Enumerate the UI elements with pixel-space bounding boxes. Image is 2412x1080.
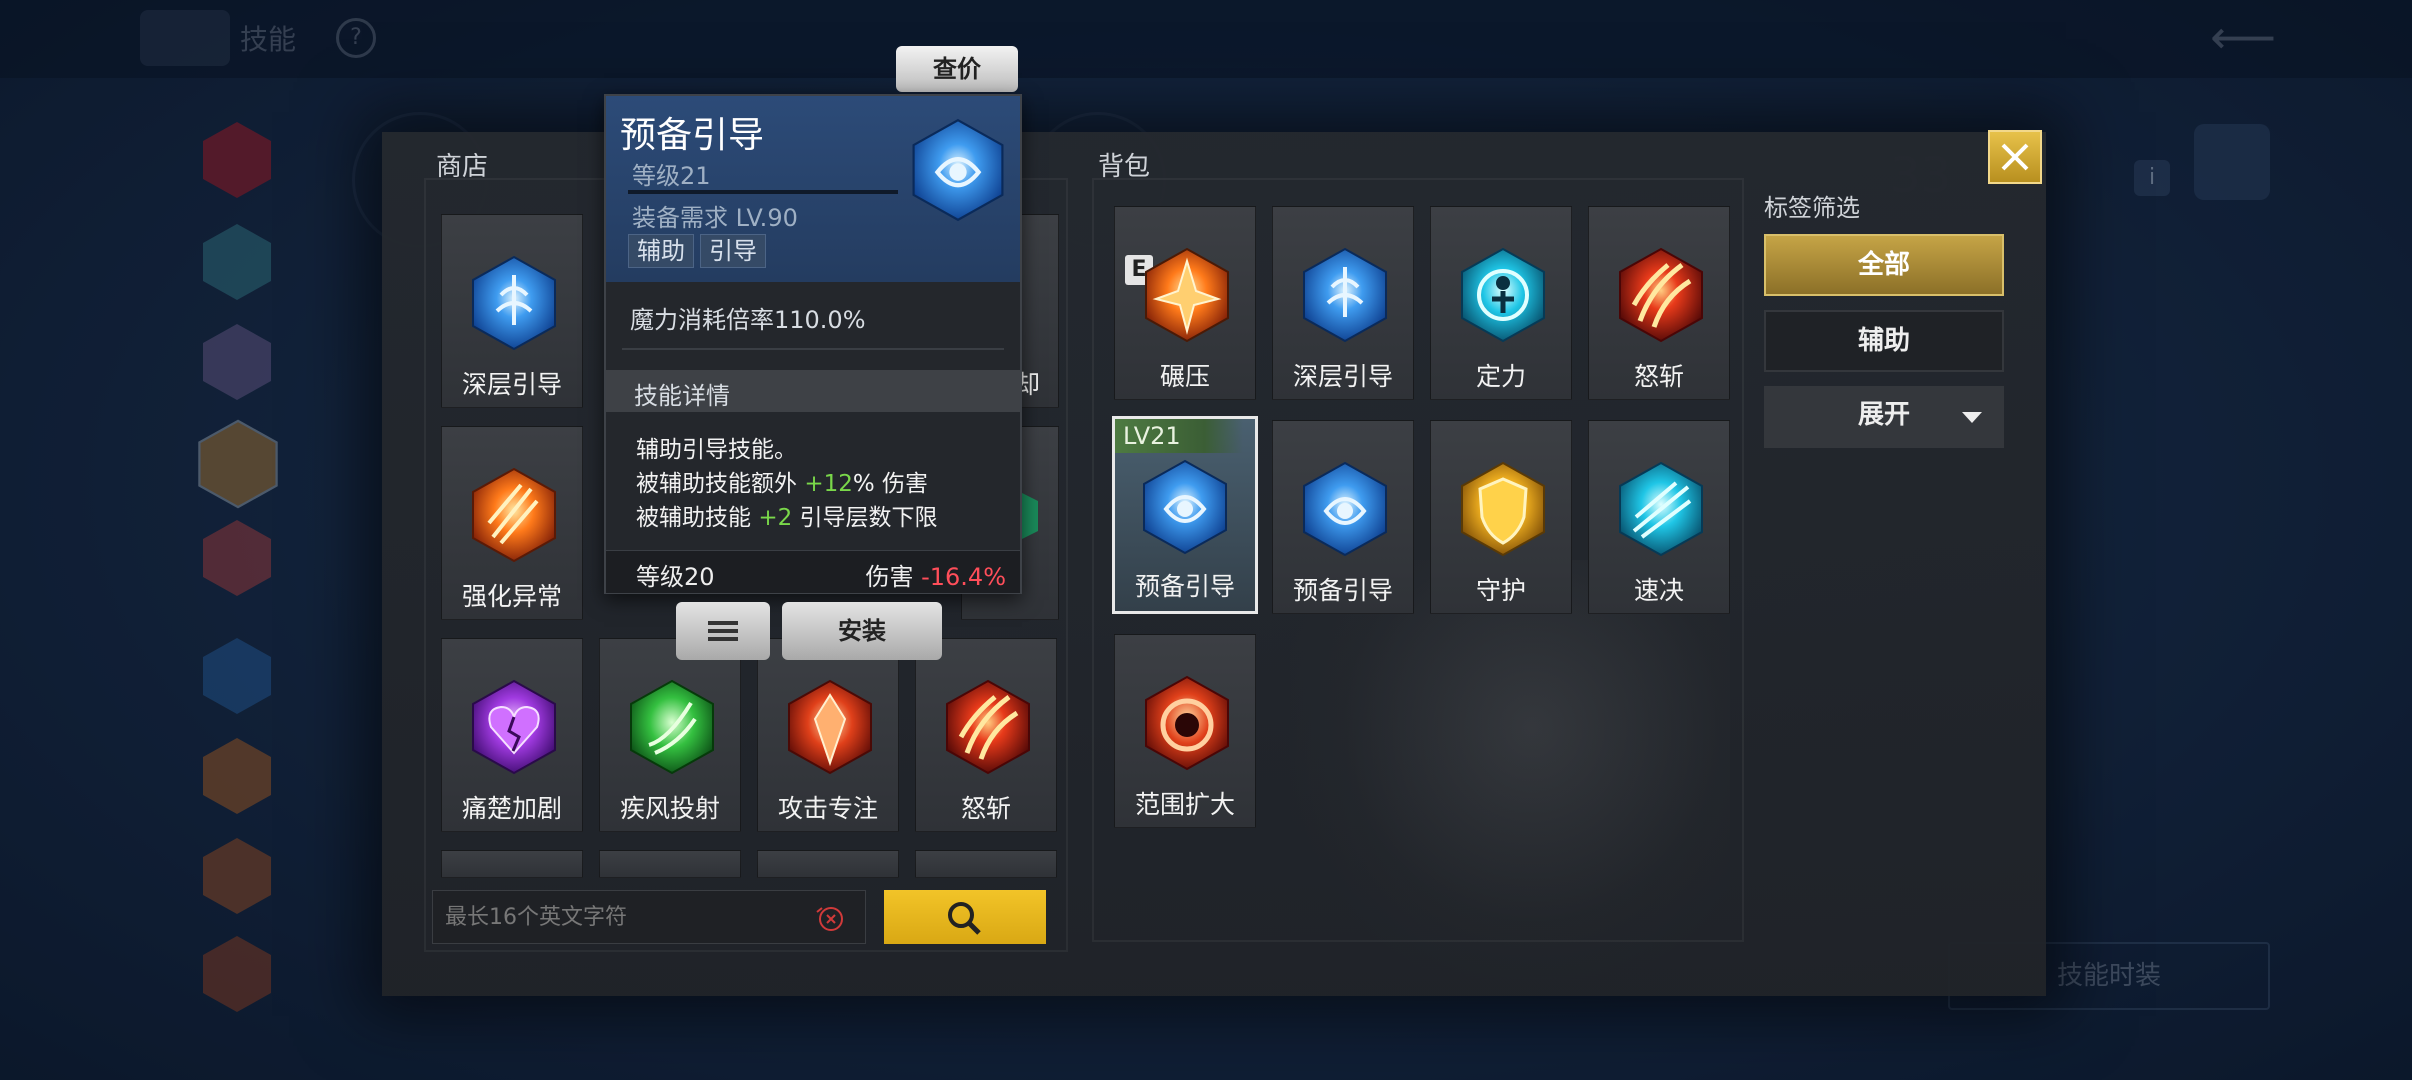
desc-value-positive: +2 [758, 505, 793, 531]
damage-label: 伤害 [865, 563, 922, 591]
divider [622, 348, 1004, 350]
menu-icon-bar [708, 637, 738, 641]
bag-item[interactable]: E 碾压 [1114, 206, 1256, 400]
bag-item[interactable]: 速决 [1588, 420, 1730, 614]
shop-item-label: 痛楚加剧 [461, 794, 562, 823]
deep-guide-icon [472, 255, 556, 351]
shop-item[interactable]: 深层引导 [441, 214, 583, 408]
desc-line-2: 被辅助技能额外 +12% 伤害 [636, 464, 928, 498]
chevron-down-icon [1962, 412, 1982, 423]
skill-details-header: 技能详情 [606, 370, 1020, 412]
filter-all-button[interactable]: 全部 [1764, 234, 2004, 296]
rage-slash-icon [946, 679, 1030, 775]
tag-filter-title: 标签筛选 [1764, 194, 1860, 222]
tooltip-mana-multiplier: 魔力消耗倍率110.0% [630, 306, 866, 334]
bag-item-label: 预备引导 [1134, 572, 1235, 601]
close-button[interactable] [1988, 130, 2042, 184]
bag-item[interactable]: 定力 [1430, 206, 1572, 400]
bag-item-label: 碾压 [1159, 362, 1210, 391]
expand-label: 展开 [1857, 400, 1910, 430]
bag-item-label: 怒斩 [1633, 362, 1684, 391]
tag-guide: 引导 [700, 234, 766, 268]
filter-expand-button[interactable]: 展开 [1764, 386, 2004, 448]
shop-item-label: 强化异常 [461, 582, 562, 611]
ready-guide-icon [1303, 461, 1387, 557]
tooltip-requirement: 装备需求 LV.90 [632, 204, 798, 232]
search-input[interactable] [433, 891, 807, 943]
shop-item-label: 疾风投射 [619, 794, 720, 823]
shop-item-row-clipped [599, 850, 741, 878]
shop-item-row-clipped [441, 850, 583, 878]
bag-item[interactable]: 范围扩大 [1114, 634, 1256, 828]
tag-support: 辅助 [628, 234, 694, 268]
bag-item-label: 速决 [1633, 576, 1684, 605]
bag-item[interactable]: 怒斩 [1588, 206, 1730, 400]
range-expand-icon [1145, 675, 1229, 771]
desc-line-1: 辅助引导技能。 [636, 437, 797, 463]
crush-icon [1145, 247, 1229, 343]
shop-item[interactable]: 攻击专注 [757, 638, 899, 832]
shop-item-label: 深层引导 [461, 370, 562, 399]
search-icon [948, 902, 981, 935]
bag-item[interactable]: 预备引导 [1272, 420, 1414, 614]
shop-item-label: 攻击专注 [777, 794, 878, 823]
desc-line-3: 被辅助技能 +2 引导层数下限 [636, 498, 938, 532]
filter-support-button[interactable]: 辅助 [1764, 310, 2004, 372]
bag-item-label: 预备引导 [1292, 576, 1393, 605]
shop-item-row-clipped [757, 850, 899, 878]
tooltip-comparison-row: 等级20 伤害 -16.4% [606, 550, 1020, 593]
search-button[interactable] [884, 890, 1046, 944]
bag-item[interactable]: 深层引导 [1272, 206, 1414, 400]
compare-level: 等级20 [636, 563, 715, 591]
bag-item[interactable]: 守护 [1430, 420, 1572, 614]
install-button[interactable]: 安装 [782, 602, 942, 660]
bag-item-label: 范围扩大 [1134, 790, 1235, 819]
attack-focus-icon [788, 679, 872, 775]
bag-item-label: 守护 [1475, 576, 1526, 605]
bag-item-selected[interactable]: LV21 预备引导 [1112, 416, 1258, 614]
desc-text: 引导层数下限 [792, 505, 938, 531]
background-character-art [1290, 560, 1730, 980]
tooltip-skill-name: 预备引导 [620, 115, 765, 156]
tooltip-grade: 等级21 [632, 162, 711, 190]
shop-item[interactable]: 痛楚加剧 [441, 638, 583, 832]
more-options-button[interactable] [676, 602, 770, 660]
desc-text: 被辅助技能 [636, 505, 759, 531]
shop-item-label: 怒斩 [960, 794, 1011, 823]
shop-item-row-clipped [915, 850, 1057, 878]
rage-slash-icon [1619, 247, 1703, 343]
shop-item[interactable]: 疾风投射 [599, 638, 741, 832]
deep-guide-icon [1303, 247, 1387, 343]
damage-value-negative: -16.4% [921, 563, 1006, 591]
desc-value-positive: +12 [804, 471, 853, 497]
clear-search-icon[interactable] [813, 902, 845, 934]
desc-text: % 伤害 [852, 471, 929, 497]
shop-item[interactable]: 强化异常 [441, 426, 583, 620]
guard-icon [1461, 461, 1545, 557]
menu-icon-bar [708, 621, 738, 625]
check-price-button[interactable]: 查价 [896, 46, 1018, 92]
compare-damage: 伤害 -16.4% [865, 557, 1006, 592]
ready-guide-icon [1143, 459, 1227, 555]
level-badge: LV21 [1115, 419, 1243, 453]
close-icon [2001, 143, 2029, 171]
swift-decision-icon [1619, 461, 1703, 557]
skill-details-title: 技能详情 [634, 382, 730, 410]
shop-item[interactable]: 怒斩 [915, 638, 1057, 832]
ready-guide-icon [912, 118, 1004, 222]
bag-item-label: 深层引导 [1292, 362, 1393, 391]
bag-item-label: 定力 [1475, 362, 1526, 391]
enhance-abnormal-icon [472, 467, 556, 563]
tooltip-header: 预备引导 等级21 装备需求 LV.90 辅助 引导 [606, 96, 1020, 282]
composure-icon [1461, 247, 1545, 343]
gale-projection-icon [630, 679, 714, 775]
search-box [432, 890, 866, 944]
menu-icon-bar [708, 629, 738, 633]
skill-tooltip: 预备引导 等级21 装备需求 LV.90 辅助 引导 魔力消耗倍率110.0% … [604, 94, 1022, 594]
grade-progress-bar [628, 190, 898, 194]
desc-text: 被辅助技能额外 [636, 471, 805, 497]
pain-intensify-icon [472, 679, 556, 775]
